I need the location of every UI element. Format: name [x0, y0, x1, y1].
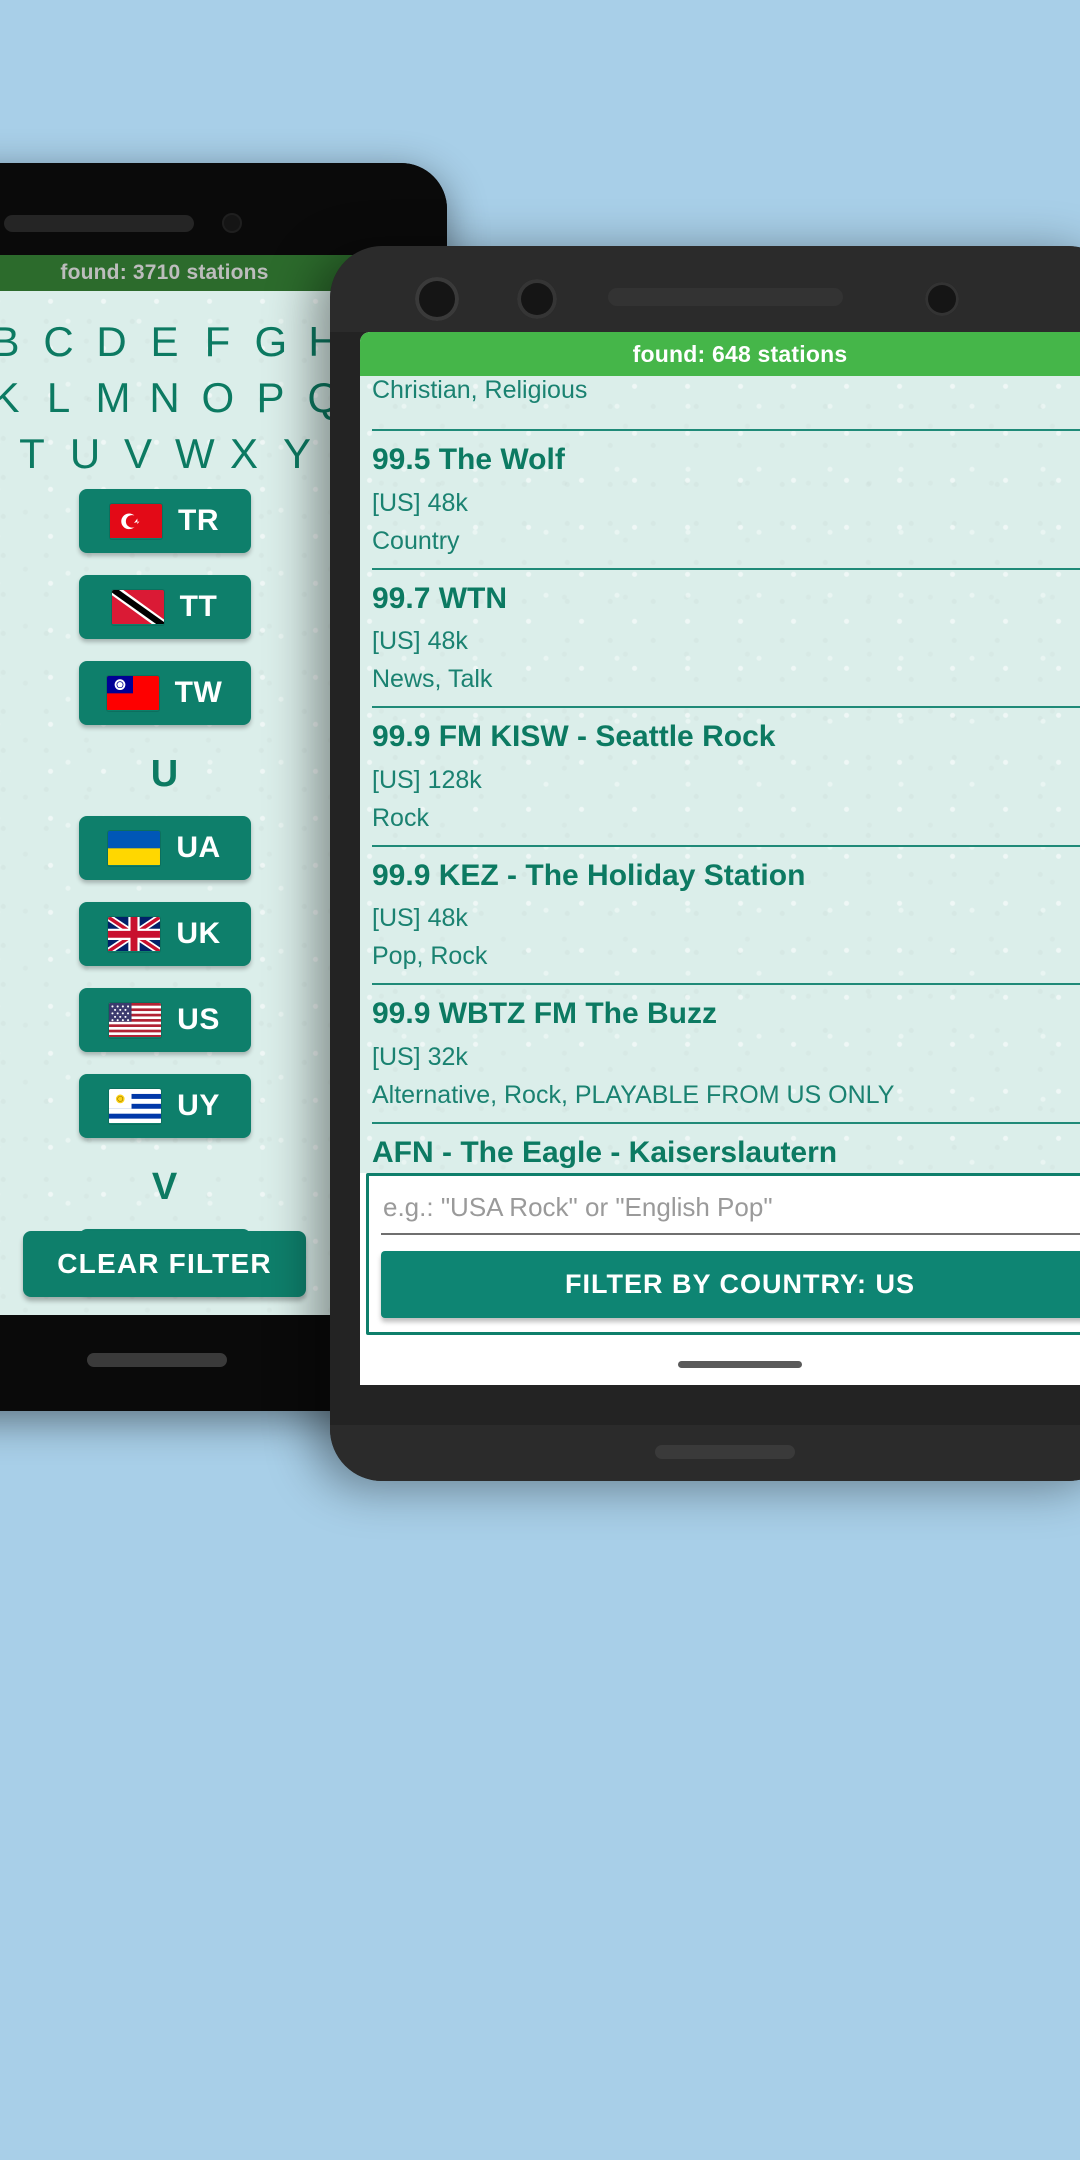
alpha-letter-k[interactable]: K	[0, 377, 22, 419]
earpiece-speaker-icon	[4, 215, 194, 232]
flag-icon-turkey	[110, 504, 162, 539]
station-meta: [US] 48k	[372, 904, 1080, 933]
alpha-letter-y[interactable]: Y	[281, 433, 313, 475]
left-phone-top-bezel	[0, 163, 447, 255]
station-name: 99.7 WTN	[372, 579, 1080, 620]
alpha-letter-t[interactable]: T	[16, 433, 48, 475]
country-code-label: TT	[180, 590, 218, 624]
station-row[interactable]: 99.5 The Wolf [US] 48k Country	[372, 431, 1080, 570]
station-genre: Country	[372, 527, 1080, 556]
right-phone-screen: found: 648 stations Christian, Religious…	[360, 332, 1080, 1385]
country-code-label: TW	[175, 676, 223, 710]
alpha-letter-e[interactable]: E	[149, 321, 181, 363]
flag-icon-ukraine	[108, 831, 160, 866]
filter-by-country-button[interactable]: FILTER BY COUNTRY: US	[381, 1251, 1080, 1318]
flag-icon-united-states	[109, 1003, 161, 1038]
country-button-tt[interactable]: TT	[79, 575, 251, 639]
station-name: 99.5 The Wolf	[372, 440, 1080, 481]
search-panel: FILTER BY COUNTRY: US	[366, 1173, 1080, 1335]
country-button-uk[interactable]: UK	[79, 902, 251, 966]
right-home-indicator[interactable]	[678, 1361, 802, 1368]
alpha-letter-n[interactable]: N	[149, 377, 181, 419]
alpha-letter-w[interactable]: W	[175, 433, 207, 475]
country-code-label: TR	[178, 504, 219, 538]
flag-icon-taiwan	[107, 676, 159, 711]
flag-icon-uruguay	[109, 1089, 161, 1124]
country-button-tw[interactable]: TW	[79, 661, 251, 725]
country-code-label: UK	[176, 917, 220, 951]
station-name: 99.9 FM KISW - Seattle Rock	[372, 717, 1080, 758]
right-gesture-area	[360, 1343, 1080, 1385]
station-row-partial[interactable]: Christian, Religious	[372, 376, 1080, 431]
front-camera-icon	[415, 277, 459, 321]
right-status-bar: found: 648 stations	[360, 332, 1080, 376]
station-meta: [US] 48k	[372, 489, 1080, 518]
alpha-letter-m[interactable]: M	[96, 377, 128, 419]
right-phone-top-bezel	[330, 246, 1080, 332]
light-sensor-icon	[925, 282, 959, 316]
alpha-letter-v[interactable]: V	[122, 433, 154, 475]
alpha-letter-o[interactable]: O	[202, 377, 234, 419]
alpha-letter-c[interactable]: C	[43, 321, 75, 363]
left-bottom-speaker-icon	[87, 1353, 227, 1367]
search-input[interactable]	[381, 1186, 1080, 1235]
station-genre: Pop, Rock	[372, 942, 1080, 971]
station-row[interactable]: AFN - The Eagle - Kaiserslautern[US] 96k…	[372, 1124, 1080, 1174]
station-genre: Christian, Religious	[372, 376, 1080, 405]
station-list[interactable]: Christian, Religious 99.5 The Wolf [US] 48…	[360, 376, 1080, 1173]
alpha-letter-f[interactable]: F	[202, 321, 234, 363]
right-found-count: found: 648 stations	[633, 341, 848, 368]
station-row[interactable]: 99.9 WBTZ FM The Buzz [US] 32k Alternative…	[372, 985, 1080, 1124]
alpha-letter-p[interactable]: P	[255, 377, 287, 419]
station-name: AFN - The Eagle - Kaiserslautern	[372, 1133, 1080, 1174]
station-genre: Rock	[372, 804, 1080, 833]
alpha-letter-l[interactable]: L	[43, 377, 75, 419]
station-meta: [US] 48k	[372, 627, 1080, 656]
country-button-us[interactable]: US	[79, 988, 251, 1052]
alpha-letter-g[interactable]: G	[255, 321, 287, 363]
station-row[interactable]: 99.9 FM KISW - Seattle Rock [US] 128k Rock	[372, 708, 1080, 847]
alpha-letter-d[interactable]: D	[96, 321, 128, 363]
right-app-root: found: 648 stations Christian, Religious…	[360, 332, 1080, 1385]
station-genre: News, Talk	[372, 665, 1080, 694]
country-code-label: UA	[176, 831, 220, 865]
alpha-letter-b[interactable]: B	[0, 321, 22, 363]
station-meta: [US] 128k	[372, 766, 1080, 795]
country-section-letter-u: U	[151, 753, 178, 796]
country-section-letter-v: V	[152, 1166, 177, 1209]
country-code-label: US	[177, 1003, 220, 1037]
clear-filter-button[interactable]: CLEAR FILTER	[23, 1231, 306, 1297]
flag-icon-united-kingdom	[108, 917, 160, 952]
station-name: 99.9 WBTZ FM The Buzz	[372, 994, 1080, 1035]
left-found-count: found: 3710 stations	[60, 261, 268, 285]
flag-icon-trinidad-tobago	[112, 590, 164, 625]
country-code-label: UY	[177, 1089, 220, 1123]
right-phone-device: found: 648 stations Christian, Religious…	[330, 246, 1080, 1481]
alpha-letter-u[interactable]: U	[69, 433, 101, 475]
alpha-letter-x[interactable]: X	[228, 433, 260, 475]
station-meta: [US] 32k	[372, 1043, 1080, 1072]
earpiece-speaker-icon	[608, 288, 843, 306]
proximity-sensor-icon	[517, 279, 557, 319]
country-button-ua[interactable]: UA	[79, 816, 251, 880]
station-name: 99.9 KEZ - The Holiday Station	[372, 856, 1080, 897]
sensor-icon	[222, 213, 242, 233]
station-row[interactable]: 99.7 WTN [US] 48k News, Talk	[372, 570, 1080, 709]
right-bottom-speaker-icon	[655, 1445, 795, 1459]
country-button-uy[interactable]: UY	[79, 1074, 251, 1138]
right-phone-bottom-bezel	[330, 1425, 1080, 1481]
screenshot-canvas: found: 3710 stations A B C D E F G H	[0, 0, 1080, 2160]
country-button-tr[interactable]: TR	[79, 489, 251, 553]
station-row[interactable]: 99.9 KEZ - The Holiday Station [US] 48k Po…	[372, 847, 1080, 986]
station-genre: Alternative, Rock, PLAYABLE FROM US ONLY	[372, 1081, 1080, 1110]
